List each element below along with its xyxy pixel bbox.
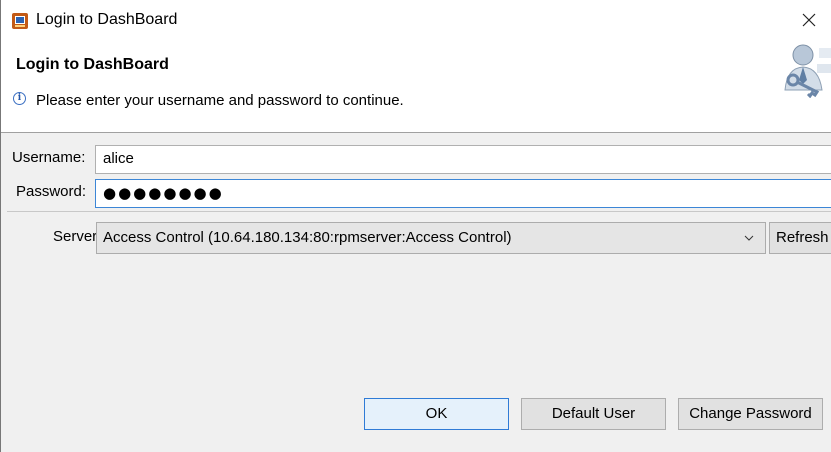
- server-select[interactable]: Access Control (10.64.180.134:80:rpmserv…: [96, 222, 766, 254]
- title-bar[interactable]: Login to DashBoard: [1, 0, 831, 40]
- username-field[interactable]: alice: [95, 145, 831, 174]
- dashboard-app-icon: [12, 13, 28, 29]
- password-field[interactable]: ●●●●●●●●: [95, 179, 831, 208]
- divider: [7, 211, 831, 212]
- server-label: Server:: [53, 228, 102, 245]
- dialog-header: Login to DashBoard i Please enter your u…: [1, 40, 831, 133]
- refresh-button[interactable]: Refresh: [769, 222, 831, 254]
- username-label: Username:: [12, 149, 86, 166]
- info-icon: i: [13, 92, 26, 105]
- username-value: alice: [103, 150, 134, 167]
- login-dialog: Login to DashBoard Login to DashBoard i …: [0, 0, 831, 452]
- window-title: Login to DashBoard: [36, 11, 178, 28]
- default-user-button[interactable]: Default User: [521, 398, 666, 430]
- password-value: ●●●●●●●●: [103, 184, 224, 202]
- chevron-down-icon: [744, 235, 754, 241]
- close-icon: [802, 13, 816, 27]
- user-key-icon: [784, 44, 831, 98]
- header-message: Please enter your username and password …: [36, 92, 404, 109]
- header-title: Login to DashBoard: [16, 56, 169, 73]
- password-label: Password:: [16, 183, 87, 200]
- server-selected-value: Access Control (10.64.180.134:80:rpmserv…: [103, 229, 512, 246]
- ok-button[interactable]: OK: [364, 398, 509, 430]
- change-password-button[interactable]: Change Password: [678, 398, 823, 430]
- close-button[interactable]: [786, 0, 831, 40]
